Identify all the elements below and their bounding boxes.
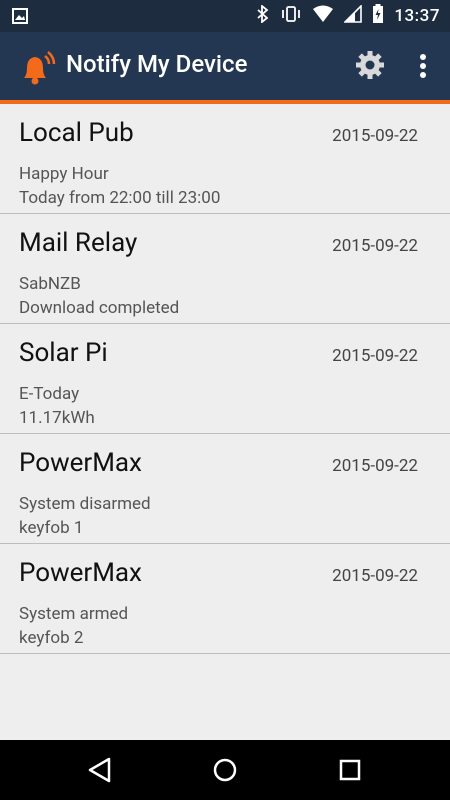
- navigation-bar: [0, 740, 450, 800]
- item-message: 11.17kWh: [19, 408, 95, 428]
- list-item[interactable]: PowerMax 2015-09-22 System armed keyfob …: [0, 544, 450, 654]
- recents-icon[interactable]: [335, 755, 365, 785]
- item-date: 2015-09-22: [332, 566, 418, 586]
- item-message: keyfob 2: [19, 628, 84, 648]
- bell-icon: [18, 48, 60, 88]
- list-item[interactable]: Solar Pi 2015-09-22 E-Today 11.17kWh: [0, 324, 450, 434]
- item-subtitle: E-Today: [19, 384, 80, 404]
- item-subtitle: System disarmed: [19, 494, 151, 514]
- home-icon[interactable]: [210, 755, 240, 785]
- item-date: 2015-09-22: [332, 346, 418, 366]
- back-icon[interactable]: [85, 755, 115, 785]
- settings-icon[interactable]: [354, 49, 386, 81]
- item-subtitle: System armed: [19, 604, 129, 624]
- item-subtitle: SabNZB: [19, 274, 81, 294]
- item-title: Solar Pi: [19, 338, 108, 368]
- item-message: Today from 22:00 till 23:00: [19, 188, 221, 208]
- item-title: PowerMax: [19, 448, 142, 478]
- notification-list: Local Pub 2015-09-22 Happy Hour Today fr…: [0, 104, 450, 654]
- list-item[interactable]: Local Pub 2015-09-22 Happy Hour Today fr…: [0, 104, 450, 214]
- item-date: 2015-09-22: [332, 126, 418, 146]
- wifi-icon: [312, 5, 334, 27]
- bluetooth-icon: [256, 4, 270, 27]
- item-date: 2015-09-22: [332, 456, 418, 476]
- vibrate-icon: [280, 5, 302, 27]
- item-title: Local Pub: [19, 118, 134, 148]
- status-icons: 13:37: [256, 0, 440, 32]
- list-item[interactable]: Mail Relay 2015-09-22 SabNZB Download co…: [0, 214, 450, 324]
- clock: 13:37: [394, 6, 440, 26]
- battery-icon: [372, 4, 384, 28]
- overflow-menu-icon[interactable]: [411, 50, 435, 82]
- item-message: keyfob 1: [19, 518, 84, 538]
- app-title: Notify My Device: [66, 50, 248, 78]
- list-item[interactable]: PowerMax 2015-09-22 System disarmed keyf…: [0, 434, 450, 544]
- item-subtitle: Happy Hour: [19, 164, 109, 184]
- app-bar: Notify My Device: [0, 32, 450, 104]
- signal-icon: [343, 4, 363, 27]
- item-title: Mail Relay: [19, 228, 138, 258]
- item-message: Download completed: [19, 298, 180, 318]
- image-icon: [12, 8, 28, 28]
- item-title: PowerMax: [19, 558, 142, 588]
- item-date: 2015-09-22: [332, 236, 418, 256]
- status-bar: 13:37: [0, 0, 450, 32]
